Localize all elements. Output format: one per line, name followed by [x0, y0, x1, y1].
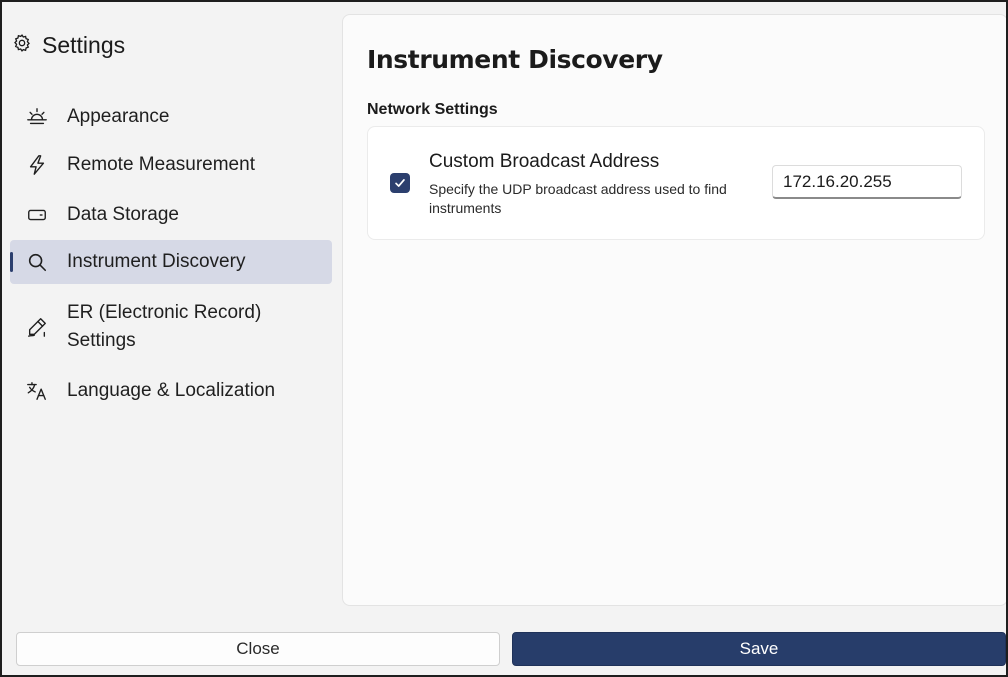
sidebar-item-label: Language & Localization — [67, 380, 276, 401]
translate-icon — [25, 379, 49, 403]
sidebar-item-language-localization[interactable]: Language & Localization — [10, 374, 332, 408]
sidebar-item-data-storage[interactable]: Data Storage — [10, 198, 332, 232]
drive-icon — [25, 203, 49, 227]
sidebar-item-label: Instrument Discovery — [67, 251, 246, 272]
sidebar-item-remote-measurement[interactable]: Remote Measurement — [10, 148, 332, 182]
sidebar-title: Settings — [42, 32, 126, 58]
broadcast-address-input[interactable] — [772, 165, 962, 199]
search-icon — [25, 250, 49, 274]
checkmark-icon — [395, 179, 405, 187]
sidebar-item-label-line2: Settings — [67, 330, 136, 351]
sidebar: Settings Appearance Remote Measurement D… — [2, 2, 336, 612]
sidebar-item-label: Appearance — [67, 106, 170, 127]
sidebar-item-label: Remote Measurement — [67, 154, 255, 175]
sidebar-item-instrument-discovery[interactable]: Instrument Discovery — [10, 240, 332, 284]
gear-icon — [12, 32, 32, 59]
signature-icon — [25, 315, 49, 339]
save-button[interactable]: Save — [512, 632, 1006, 666]
setting-title: Custom Broadcast Address — [429, 151, 660, 172]
settings-window: Settings Appearance Remote Measurement D… — [0, 0, 1008, 677]
setting-card: Custom Broadcast Address Specify the UDP… — [367, 126, 985, 240]
sidebar-item-label: ER (Electronic Record) Settings — [67, 299, 261, 355]
sunrise-icon — [25, 105, 49, 129]
sidebar-item-appearance[interactable]: Appearance — [10, 100, 332, 134]
section-label: Network Settings — [367, 101, 498, 118]
sidebar-header: Settings — [12, 32, 125, 59]
close-button[interactable]: Close — [16, 632, 500, 666]
setting-description: Specify the UDP broadcast address used t… — [429, 181, 727, 216]
sidebar-item-label-line1: ER (Electronic Record) — [67, 302, 262, 323]
sidebar-item-er-settings[interactable]: ER (Electronic Record) Settings — [10, 296, 332, 358]
page-title: Instrument Discovery — [367, 45, 663, 74]
lightning-icon — [25, 153, 49, 177]
custom-broadcast-checkbox[interactable] — [390, 173, 410, 193]
content-panel: Instrument Discovery Network Settings Cu… — [342, 14, 1006, 606]
sidebar-item-label: Data Storage — [67, 204, 179, 225]
